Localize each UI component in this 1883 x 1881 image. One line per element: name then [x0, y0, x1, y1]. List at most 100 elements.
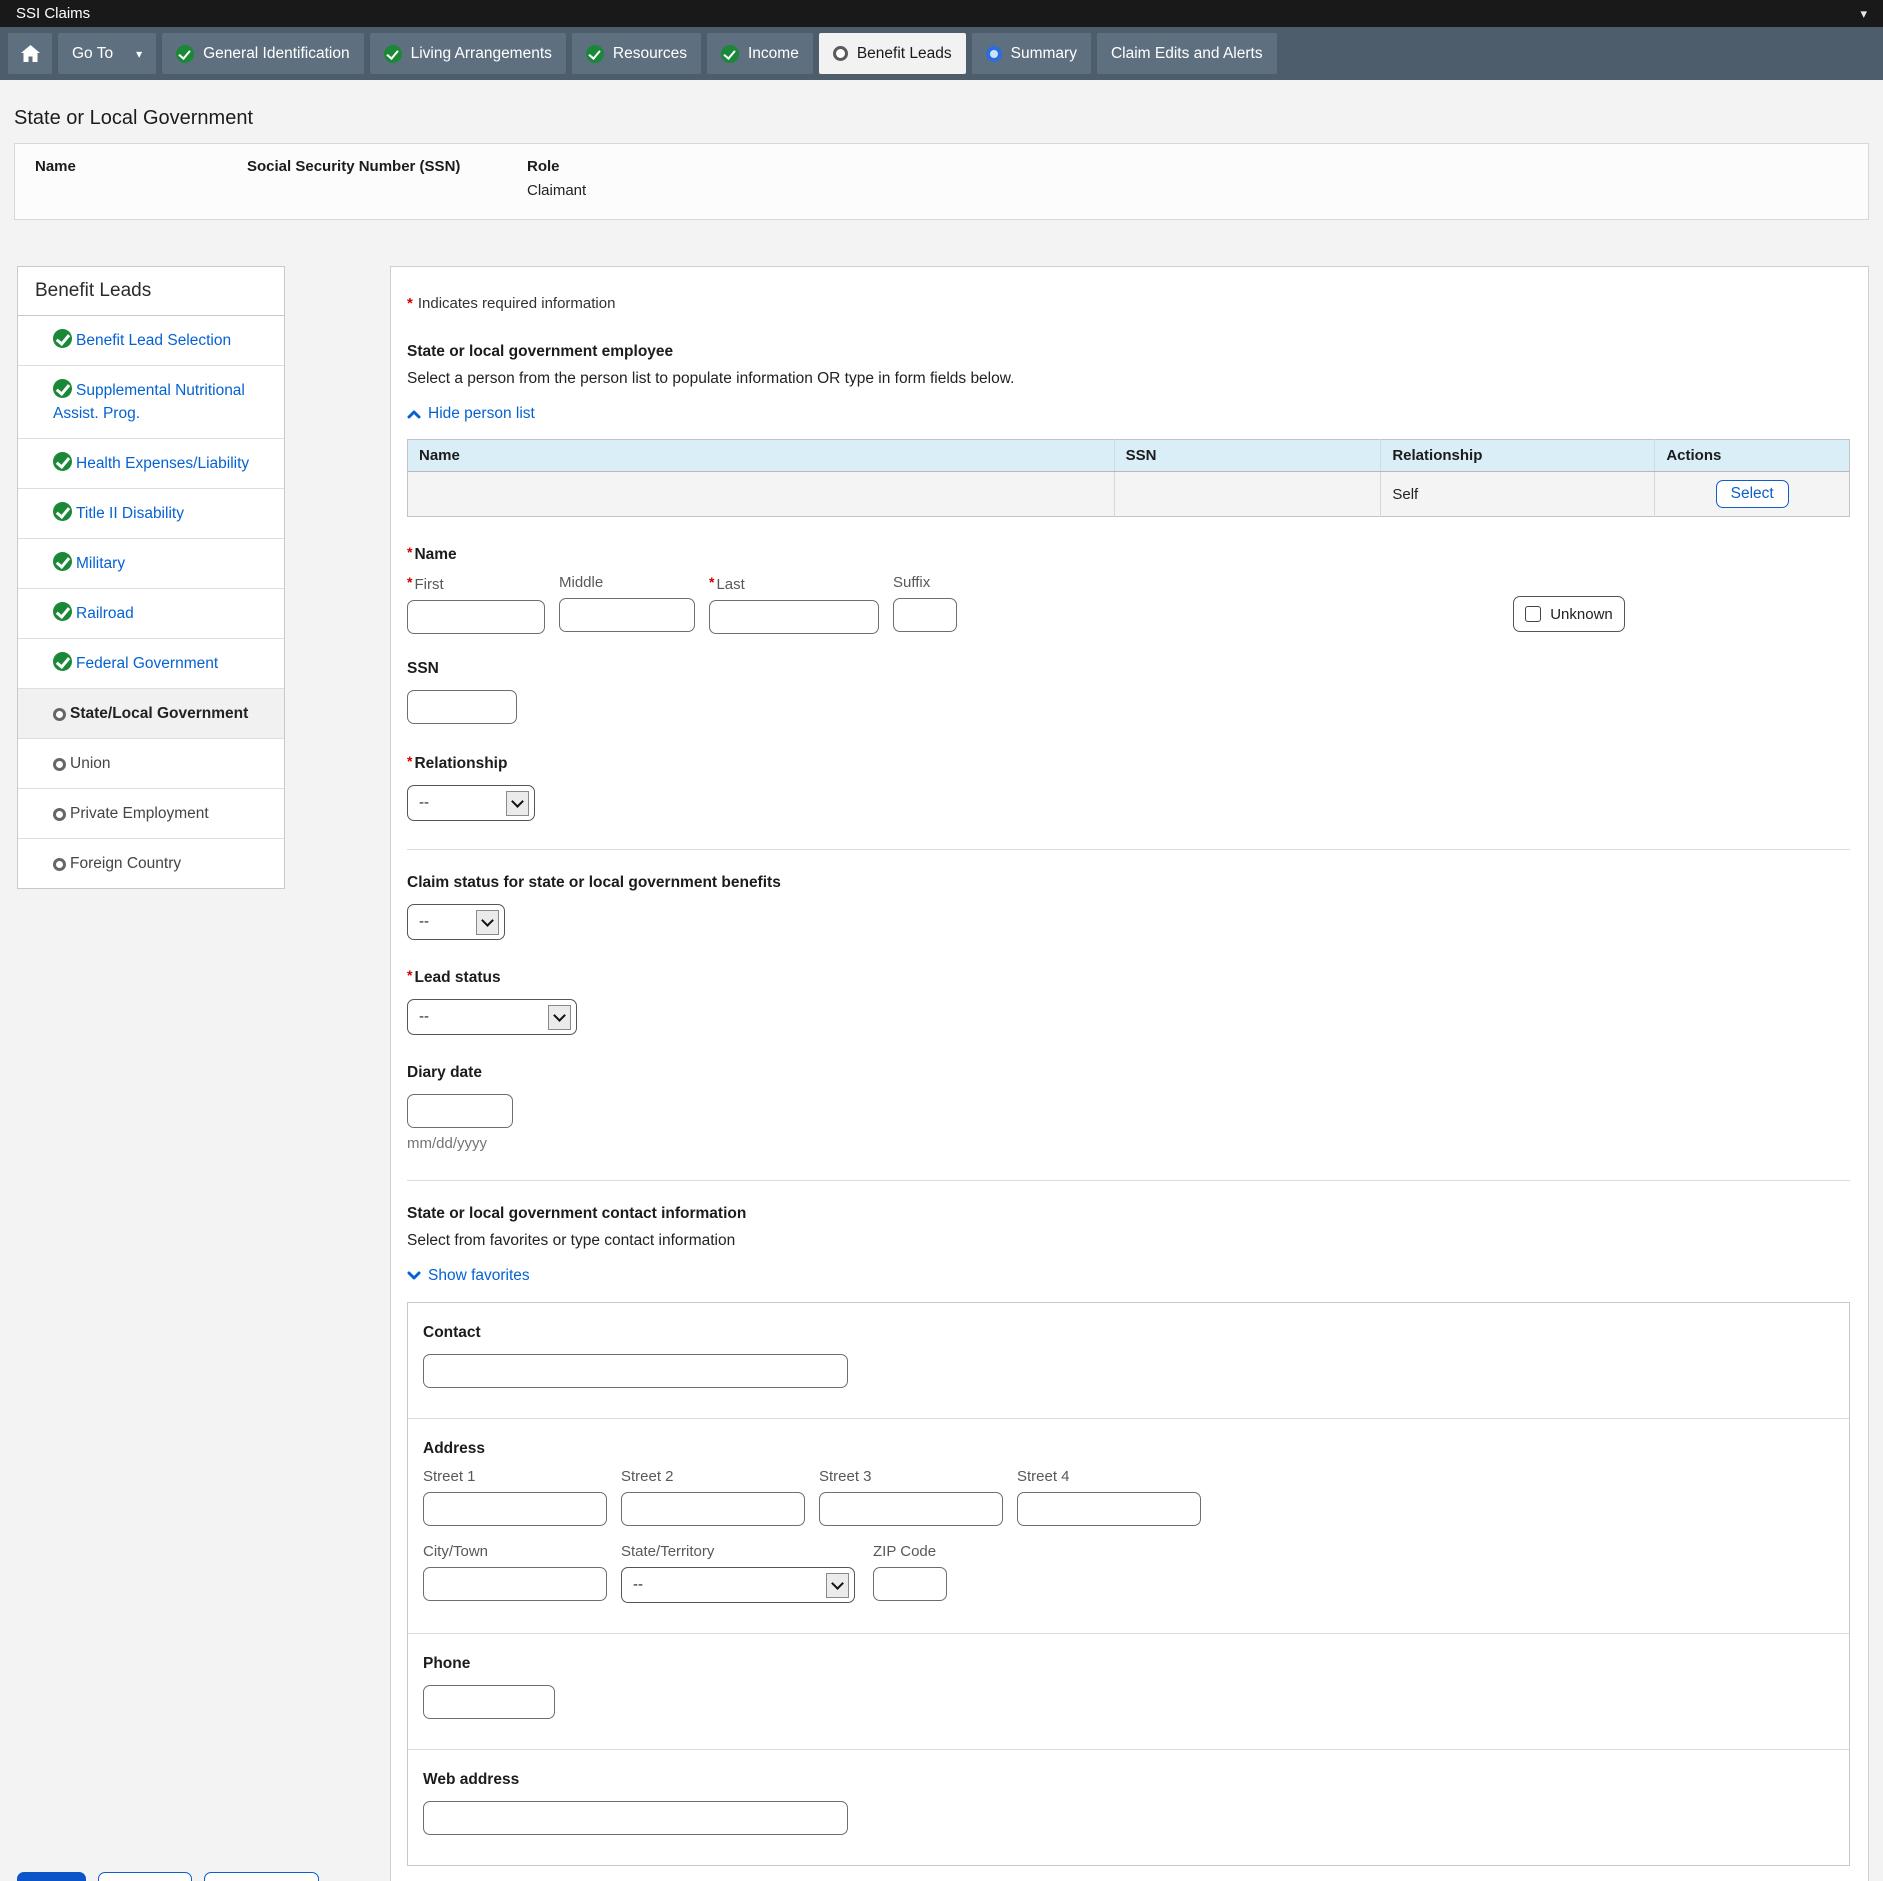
- collapse-titlebar-icon[interactable]: ▾: [1860, 6, 1867, 22]
- sidebar-item-state-local-government[interactable]: State/Local Government: [18, 689, 284, 739]
- tab-summary[interactable]: Summary: [972, 33, 1091, 74]
- pending-circle-icon: [53, 758, 66, 771]
- claimant-role-value: Claimant: [527, 182, 1868, 199]
- tab-general-identification[interactable]: General Identification: [162, 33, 363, 74]
- employee-section-subtitle: Select a person from the person list to …: [407, 370, 1850, 388]
- contact-section-subtitle: Select from favorites or type contact in…: [407, 1232, 1850, 1250]
- complete-check-icon: [586, 45, 604, 63]
- sidebar-item-railroad[interactable]: Railroad: [18, 589, 284, 639]
- complete-check-icon: [53, 602, 72, 621]
- diary-date-input[interactable]: [407, 1094, 513, 1128]
- state-territory-select[interactable]: --: [621, 1567, 855, 1603]
- web-address-label: Web address: [423, 1771, 1834, 1789]
- contact-input[interactable]: [423, 1354, 848, 1388]
- complete-check-icon: [53, 329, 72, 348]
- sidebar-item-foreign-country[interactable]: Foreign Country: [18, 839, 284, 888]
- claimant-ssn-label: Social Security Number (SSN): [247, 158, 527, 175]
- sidebar-title: Benefit Leads: [18, 267, 284, 316]
- summary-ring-icon: [986, 46, 1002, 62]
- hide-person-list-link[interactable]: Hide person list: [407, 405, 535, 423]
- sidebar-item-military[interactable]: Military: [18, 539, 284, 589]
- section-divider: [407, 1180, 1850, 1181]
- previous-button[interactable]: Previous: [98, 1872, 192, 1881]
- address-label: Address: [423, 1440, 1834, 1458]
- claimant-name-label: Name: [35, 158, 247, 175]
- save-and-exit-button[interactable]: Save & Exit: [204, 1872, 319, 1881]
- unknown-checkbox[interactable]: [1525, 606, 1541, 622]
- select-dropdown-icon: [476, 910, 499, 935]
- web-address-input[interactable]: [423, 1801, 848, 1835]
- sidebar-item-supplemental-nutritional-assist-prog[interactable]: Supplemental Nutritional Assist. Prog.: [18, 366, 284, 439]
- goto-menu-button[interactable]: Go To ▾: [58, 33, 156, 74]
- sidebar-item-private-employment[interactable]: Private Employment: [18, 789, 284, 839]
- diary-date-format-hint: mm/dd/yyyy: [407, 1135, 1850, 1152]
- diary-date-label: Diary date: [407, 1064, 1850, 1082]
- street3-input[interactable]: [819, 1492, 1003, 1526]
- app-titlebar: SSI Claims ▾: [0, 0, 1883, 27]
- last-name-label: *Last: [709, 574, 879, 593]
- section-divider: [407, 849, 1850, 850]
- contact-label: Contact: [423, 1324, 1834, 1342]
- contact-section-title: State or local government contact inform…: [407, 1205, 1850, 1223]
- city-label: City/Town: [423, 1543, 607, 1560]
- street4-input[interactable]: [1017, 1492, 1201, 1526]
- person-relationship-cell: Self: [1381, 472, 1655, 517]
- complete-check-icon: [53, 652, 72, 671]
- select-dropdown-icon: [548, 1005, 571, 1030]
- home-icon: [21, 45, 40, 62]
- city-input[interactable]: [423, 1567, 607, 1601]
- next-button[interactable]: Next: [17, 1872, 86, 1881]
- person-name-cell: [408, 472, 1115, 517]
- street3-label: Street 3: [819, 1468, 1003, 1485]
- tab-income[interactable]: Income: [707, 33, 813, 74]
- claim-status-select[interactable]: --: [407, 904, 505, 940]
- complete-check-icon: [384, 45, 402, 63]
- person-table-header-name: Name: [408, 440, 1115, 472]
- suffix-input[interactable]: [893, 598, 957, 632]
- street1-label: Street 1: [423, 1468, 607, 1485]
- sidebar-item-union[interactable]: Union: [18, 739, 284, 789]
- tab-claim-edits-and-alerts[interactable]: Claim Edits and Alerts: [1097, 33, 1277, 74]
- name-group-label: *Name: [407, 544, 1850, 564]
- phone-input[interactable]: [423, 1685, 555, 1719]
- state-local-government-form: *Indicates required information State or…: [390, 266, 1869, 1881]
- ssn-input[interactable]: [407, 690, 517, 724]
- sidebar-item-benefit-lead-selection[interactable]: Benefit Lead Selection: [18, 316, 284, 366]
- select-person-button[interactable]: Select: [1716, 480, 1789, 508]
- relationship-select[interactable]: --: [407, 785, 535, 821]
- sidebar-item-title-ii-disability[interactable]: Title II Disability: [18, 489, 284, 539]
- middle-name-input[interactable]: [559, 598, 695, 632]
- phone-label: Phone: [423, 1655, 1834, 1673]
- street1-input[interactable]: [423, 1492, 607, 1526]
- home-button[interactable]: [8, 33, 52, 74]
- street4-label: Street 4: [1017, 1468, 1201, 1485]
- sidebar-item-federal-government[interactable]: Federal Government: [18, 639, 284, 689]
- tab-living-arrangements[interactable]: Living Arrangements: [370, 33, 566, 74]
- relationship-label: *Relationship: [407, 753, 1850, 773]
- tab-benefit-leads[interactable]: Benefit Leads: [819, 33, 966, 74]
- street2-label: Street 2: [621, 1468, 805, 1485]
- select-dropdown-icon: [506, 791, 529, 816]
- first-name-input[interactable]: [407, 600, 545, 634]
- lead-status-select[interactable]: --: [407, 999, 577, 1035]
- contact-info-box: Contact Address Street 1 Street 2 Street…: [407, 1302, 1850, 1866]
- tab-resources[interactable]: Resources: [572, 33, 701, 74]
- name-unknown-toggle[interactable]: Unknown: [1513, 596, 1625, 632]
- street2-input[interactable]: [621, 1492, 805, 1526]
- zip-code-input[interactable]: [873, 1567, 947, 1601]
- chevron-down-icon: ▾: [136, 47, 142, 61]
- chevron-up-icon: [407, 409, 421, 419]
- person-table-header-relationship: Relationship: [1381, 440, 1655, 472]
- last-name-input[interactable]: [709, 600, 879, 634]
- show-favorites-link[interactable]: Show favorites: [407, 1267, 530, 1285]
- ssn-label: SSN: [407, 660, 1850, 678]
- sidebar-item-health-expenses-liability[interactable]: Health Expenses/Liability: [18, 439, 284, 489]
- claim-status-label: Claim status for state or local governme…: [407, 874, 1850, 892]
- pending-circle-icon: [53, 858, 66, 871]
- person-table-row: Self Select: [408, 472, 1850, 517]
- person-table-header-actions: Actions: [1655, 440, 1850, 472]
- state-territory-label: State/Territory: [621, 1543, 855, 1560]
- complete-check-icon: [53, 502, 72, 521]
- complete-check-icon: [176, 45, 194, 63]
- wizard-nav: Next Previous Save & Exit: [17, 1872, 319, 1881]
